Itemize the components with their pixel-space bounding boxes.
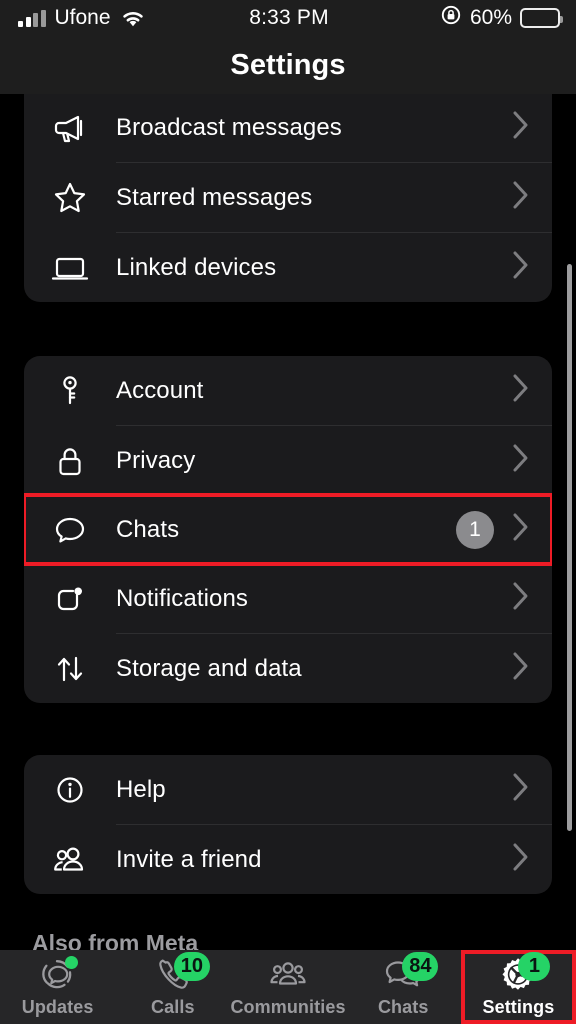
settings-row-invite-a-friend[interactable]: Invite a friend	[24, 825, 552, 894]
chevron-right-icon	[512, 250, 530, 285]
settings-row-label: Storage and data	[116, 654, 302, 682]
settings-row-label: Invite a friend	[116, 845, 262, 873]
vertical-scrollbar[interactable]	[567, 264, 572, 831]
settings-row-starred-messages[interactable]: Starred messages	[24, 163, 552, 232]
tab-label: Updates	[21, 997, 94, 1017]
chats-bubbles-icon: 84	[382, 952, 439, 994]
status-bar-center: 8:33 PM	[249, 6, 329, 30]
battery-percent-label: 60%	[469, 6, 513, 29]
tab-updates[interactable]: Updates	[0, 950, 115, 1024]
tab-label: Calls	[151, 997, 195, 1017]
status-bar: Ufone 8:33 PM 60%	[0, 0, 576, 36]
updates-ring-icon	[39, 956, 78, 994]
lock-icon	[24, 441, 116, 481]
settings-group-one: Broadcast messages Starred messages Link…	[24, 94, 552, 302]
chats-count-badge: 1	[456, 510, 494, 549]
chevron-right-icon	[512, 110, 530, 145]
page-title: Settings	[230, 48, 346, 81]
status-bar-right: 60%	[329, 4, 576, 32]
arrows-up-down-icon	[24, 649, 116, 689]
chat-bubble-icon	[24, 510, 116, 550]
star-icon	[24, 178, 116, 218]
settings-row-label: Account	[116, 376, 204, 404]
whatsapp-settings-screen: Ufone 8:33 PM 60% Settings Broadcast mes…	[0, 0, 576, 1024]
settings-group-three: Help Invite a friend	[24, 755, 552, 894]
battery-icon	[520, 8, 564, 28]
clock-label: 8:33 PM	[249, 6, 329, 29]
settings-row-linked-devices[interactable]: Linked devices	[24, 233, 552, 302]
settings-row-account[interactable]: Account	[24, 356, 552, 425]
chevron-right-icon	[512, 842, 530, 877]
settings-scroll-area[interactable]: Broadcast messages Starred messages Link…	[0, 94, 576, 950]
laptop-icon	[24, 248, 116, 288]
settings-row-label: Chats	[116, 515, 180, 543]
chevron-right-icon	[512, 512, 530, 547]
phone-icon: 10	[154, 952, 211, 994]
key-icon	[24, 371, 116, 411]
tab-calls[interactable]: 10 Calls	[115, 950, 230, 1024]
bottom-tab-bar: Updates 10 Calls Communities 84 Chats 1 …	[0, 950, 576, 1024]
people-icon	[24, 840, 116, 880]
status-bar-left: Ufone	[0, 6, 249, 30]
info-circle-icon	[24, 770, 116, 810]
gear-icon: 1	[498, 952, 551, 994]
settings-row-help[interactable]: Help	[24, 755, 552, 824]
tab-communities[interactable]: Communities	[230, 950, 345, 1024]
settings-row-label: Privacy	[116, 446, 196, 474]
megaphone-icon	[24, 108, 116, 148]
tab-label: Chats	[377, 997, 429, 1017]
settings-row-storage-and-data[interactable]: Storage and data	[24, 634, 552, 703]
chevron-right-icon	[512, 373, 530, 408]
settings-row-label: Linked devices	[116, 253, 277, 281]
chevron-right-icon	[512, 180, 530, 215]
settings-row-notifications[interactable]: Notifications	[24, 564, 552, 633]
rotation-lock-icon	[440, 4, 462, 32]
tab-settings[interactable]: 1 Settings	[460, 950, 576, 1024]
settings-row-label: Broadcast messages	[116, 113, 342, 141]
settings-row-label: Starred messages	[116, 183, 313, 211]
communities-icon	[267, 956, 309, 994]
chats-count-badge: 84	[402, 952, 439, 981]
chevron-right-icon	[512, 581, 530, 616]
calls-count-badge: 10	[173, 952, 211, 981]
settings-row-label: Notifications	[116, 584, 249, 612]
settings-row-label: Help	[116, 775, 166, 803]
settings-count-badge: 1	[518, 952, 551, 981]
tab-label: Settings	[482, 997, 555, 1017]
settings-row-chats[interactable]: Chats 1	[24, 493, 552, 566]
signal-bars-icon	[18, 9, 46, 27]
also-from-meta-label: Also from Meta	[32, 930, 199, 950]
settings-row-broadcast-messages[interactable]: Broadcast messages	[24, 94, 552, 162]
navigation-header: Settings	[0, 36, 576, 94]
chevron-right-icon	[512, 443, 530, 478]
notification-square-icon	[24, 579, 116, 619]
chevron-right-icon	[512, 651, 530, 686]
settings-group-two: Account Privacy Chats 1 Notifications St…	[24, 356, 552, 703]
updates-status-dot	[64, 956, 78, 969]
settings-row-privacy[interactable]: Privacy	[24, 426, 552, 495]
chevron-right-icon	[512, 772, 530, 807]
tab-chats[interactable]: 84 Chats	[346, 950, 461, 1024]
tab-label: Communities	[230, 997, 346, 1017]
carrier-label: Ufone	[54, 6, 111, 29]
wifi-icon	[120, 9, 146, 28]
